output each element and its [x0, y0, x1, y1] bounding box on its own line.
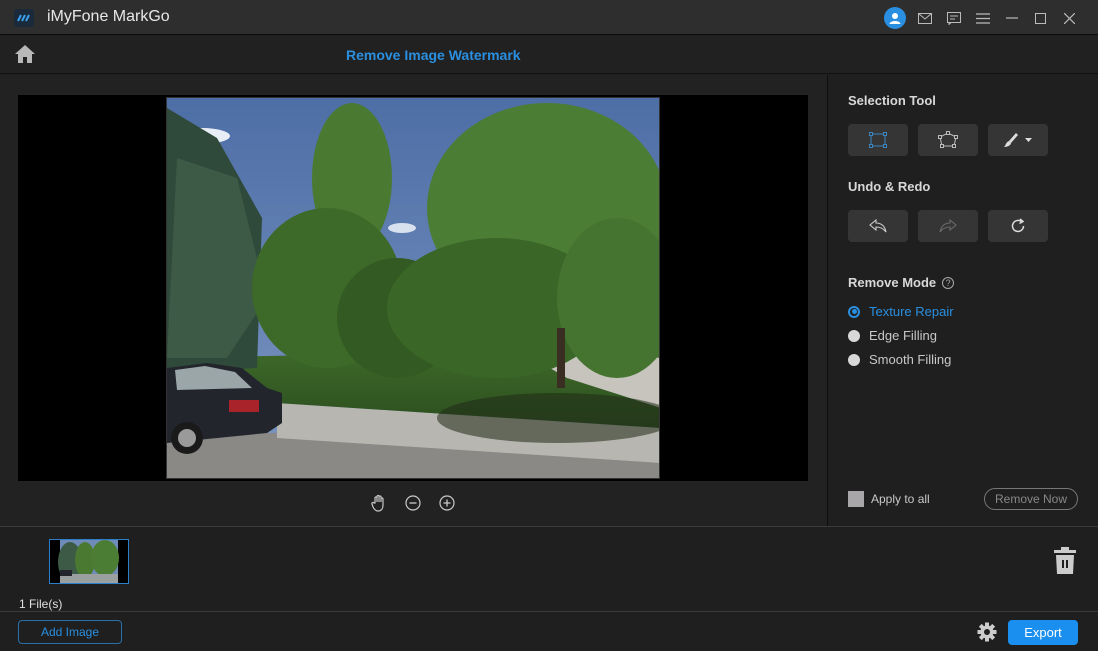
zoom-controls — [369, 493, 457, 513]
menu-icon[interactable] — [968, 6, 997, 30]
file-count: 1 File(s) — [19, 597, 63, 611]
radio-button[interactable] — [848, 353, 860, 366]
remove-now-button[interactable]: Remove Now — [984, 488, 1078, 510]
apply-to-all[interactable]: Apply to all — [848, 491, 930, 507]
trash-icon[interactable] — [1054, 547, 1078, 575]
mail-icon[interactable] — [910, 6, 939, 30]
page-title: Remove Image Watermark — [346, 47, 521, 63]
zoom-out-icon[interactable] — [403, 493, 423, 513]
radio-texture-repair[interactable]: Texture Repair — [848, 304, 954, 319]
selection-tool-title: Selection Tool — [848, 93, 936, 108]
file-thumbnail[interactable] — [49, 539, 129, 584]
radio-label: Smooth Filling — [869, 352, 952, 367]
minimize-icon[interactable] — [997, 6, 1026, 30]
selection-tool-row — [848, 124, 1048, 156]
editing-image[interactable] — [166, 97, 660, 479]
file-strip: 1 File(s) — [0, 526, 1098, 611]
account-icon[interactable] — [884, 7, 906, 29]
app-logo-icon — [14, 9, 34, 27]
gear-icon[interactable] — [977, 622, 999, 644]
dropdown-arrow-icon — [1025, 138, 1032, 142]
tool-panel: Selection Tool Undo & Redo Remove Mode ?… — [829, 75, 1098, 526]
help-icon[interactable]: ? — [942, 277, 955, 289]
close-icon[interactable] — [1055, 6, 1084, 30]
radio-smooth-filling[interactable]: Smooth Filling — [848, 352, 951, 367]
export-button[interactable]: Export — [1008, 620, 1078, 645]
radio-button-selected[interactable] — [848, 305, 860, 318]
feedback-icon[interactable] — [939, 6, 968, 30]
polygon-select-icon — [938, 131, 958, 148]
apply-to-all-label: Apply to all — [871, 492, 930, 506]
brush-select-button[interactable] — [988, 124, 1048, 156]
radio-edge-filling[interactable]: Edge Filling — [848, 328, 937, 343]
reset-button[interactable] — [988, 210, 1048, 242]
window-controls — [884, 6, 1084, 30]
remove-mode-label: Remove Mode — [848, 275, 937, 290]
undo-icon — [869, 219, 887, 233]
bottom-bar: Add Image Export — [0, 611, 1098, 651]
rectangle-select-button[interactable] — [848, 124, 908, 156]
app-title: iMyFone MarkGo — [47, 8, 170, 25]
radio-label: Edge Filling — [869, 328, 937, 343]
brush-icon — [1004, 133, 1018, 147]
radio-button[interactable] — [848, 329, 860, 342]
remove-mode-title: Remove Mode? — [848, 275, 955, 290]
radio-label: Texture Repair — [869, 304, 954, 319]
apply-to-all-checkbox[interactable] — [848, 491, 864, 507]
redo-button[interactable] — [918, 210, 978, 242]
undo-redo-row — [848, 210, 1048, 242]
add-image-button[interactable]: Add Image — [18, 620, 122, 644]
undo-redo-title: Undo & Redo — [848, 179, 931, 194]
header-bar: Remove Image Watermark — [0, 36, 1098, 74]
zoom-in-icon[interactable] — [437, 493, 457, 513]
maximize-icon[interactable] — [1026, 6, 1055, 30]
undo-button[interactable] — [848, 210, 908, 242]
refresh-icon — [1011, 218, 1025, 233]
rectangle-select-icon — [869, 132, 887, 148]
polygon-select-button[interactable] — [918, 124, 978, 156]
home-icon[interactable] — [14, 44, 38, 66]
title-bar: iMyFone MarkGo — [0, 0, 1098, 35]
redo-icon — [939, 219, 957, 233]
image-canvas[interactable] — [18, 95, 808, 481]
hand-pan-icon[interactable] — [369, 493, 389, 513]
app-window: iMyFone MarkGo Remove Image Watermark Se… — [0, 0, 1098, 651]
canvas-area — [0, 75, 828, 526]
